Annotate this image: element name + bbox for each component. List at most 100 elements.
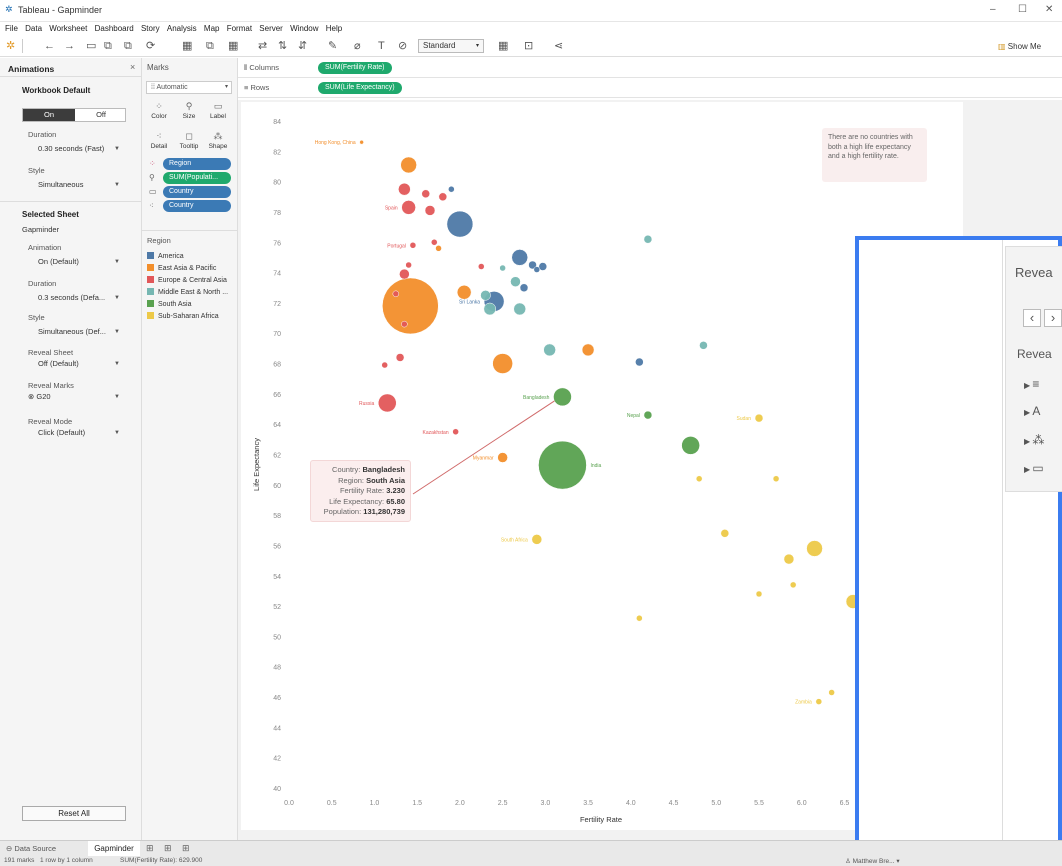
data-point[interactable] xyxy=(681,436,700,455)
menu-data[interactable]: Data xyxy=(25,22,42,36)
data-point[interactable] xyxy=(828,689,835,696)
tab-gapminder[interactable]: Gapminder xyxy=(88,841,140,856)
menu-server[interactable]: Server xyxy=(259,22,283,36)
data-point[interactable] xyxy=(519,283,529,292)
data-point[interactable] xyxy=(533,266,541,273)
legend-item[interactable]: Europe & Central Asia xyxy=(147,276,227,284)
data-point[interactable] xyxy=(405,261,412,269)
new-dashboard-icon[interactable]: ⊞ xyxy=(164,843,172,854)
rows-shelf[interactable]: ≡ Rows SUM(Life Expectancy) xyxy=(238,78,1062,98)
menu-worksheet[interactable]: Worksheet xyxy=(49,22,87,36)
previous-button[interactable]: ‹ xyxy=(1023,309,1041,327)
animations-toggle[interactable]: On Off xyxy=(22,108,126,122)
data-point[interactable] xyxy=(421,189,430,199)
show-me-button[interactable]: ▥ Show Me xyxy=(998,39,1041,54)
data-point[interactable] xyxy=(643,410,653,420)
presentation-icon[interactable]: ⊡ xyxy=(524,39,533,54)
data-point[interactable] xyxy=(783,553,795,565)
data-point[interactable] xyxy=(398,182,411,196)
legend-item[interactable]: America xyxy=(147,252,184,260)
data-point[interactable] xyxy=(480,290,491,301)
data-point[interactable] xyxy=(643,234,653,244)
menu-story[interactable]: Story xyxy=(141,22,160,36)
tooltip-button[interactable]: ◻ Tooltip xyxy=(176,130,202,154)
menu-help[interactable]: Help xyxy=(326,22,342,36)
minimize-button[interactable]: – xyxy=(990,4,996,15)
mark-type-dropdown[interactable]: ⁞⁞ Automatic ▾ xyxy=(146,81,232,94)
maximize-button[interactable]: ☐ xyxy=(1018,4,1027,15)
share-icon[interactable]: ⋖ xyxy=(554,39,563,54)
swap-icon[interactable]: ⇄ xyxy=(258,39,267,54)
region-pill[interactable]: Region xyxy=(163,158,231,170)
legend-item[interactable]: Sub-Saharan Africa xyxy=(147,312,219,320)
tableau-start-icon[interactable]: ✲ xyxy=(6,39,15,54)
data-point[interactable] xyxy=(478,263,485,270)
reveal-sheet-dropdown[interactable]: Off (Default) ▼ xyxy=(38,358,120,370)
data-point[interactable] xyxy=(395,353,405,362)
data-point[interactable] xyxy=(399,268,410,280)
detail-button[interactable]: ⁖ Detail xyxy=(146,130,172,154)
off-button[interactable]: Off xyxy=(75,109,127,121)
data-point[interactable] xyxy=(636,614,643,622)
highlight-icon[interactable]: ✎ xyxy=(328,39,337,54)
data-point[interactable] xyxy=(435,245,442,252)
reset-all-button[interactable]: Reset All xyxy=(22,806,126,821)
data-point[interactable] xyxy=(492,353,513,374)
data-point[interactable] xyxy=(401,320,408,328)
reveal-row[interactable]: ▶ ▭ xyxy=(1024,461,1044,475)
refresh-icon[interactable]: ⟳ xyxy=(146,39,155,54)
data-point[interactable] xyxy=(483,302,497,316)
data-point[interactable] xyxy=(400,156,417,174)
forward-arrow-icon[interactable]: → xyxy=(64,39,75,54)
population-pill[interactable]: SUM(Populati... xyxy=(163,172,231,184)
country-detail-pill[interactable]: Country xyxy=(163,200,231,212)
data-point[interactable] xyxy=(510,276,521,287)
data-point[interactable] xyxy=(497,452,508,463)
data-point[interactable] xyxy=(456,285,472,300)
new-story-icon[interactable]: ⊞ xyxy=(182,843,190,854)
data-point[interactable] xyxy=(448,185,455,193)
group-icon[interactable]: ⌀ xyxy=(354,39,361,54)
color-button[interactable]: ⁘ Color xyxy=(146,100,172,124)
data-point[interactable] xyxy=(538,440,587,490)
duplicate-sheet-icon[interactable]: ⧉ xyxy=(206,39,214,54)
sort-desc-icon[interactable]: ⇵ xyxy=(298,39,307,54)
data-point[interactable] xyxy=(755,590,763,598)
show-cards-icon[interactable]: ▦ xyxy=(498,39,508,54)
data-point[interactable] xyxy=(401,200,416,215)
data-point[interactable] xyxy=(499,264,506,272)
duration2-dropdown[interactable]: 0.3 seconds (Defa... ▼ xyxy=(38,292,120,304)
data-point[interactable] xyxy=(543,343,556,357)
data-point[interactable] xyxy=(815,698,823,705)
new-worksheet-icon[interactable]: ▦ xyxy=(182,39,192,54)
style-dropdown[interactable]: Simultaneous ▼ xyxy=(38,179,120,191)
data-point[interactable] xyxy=(409,242,417,249)
user-menu[interactable]: ♙ Matthew Bre... ▾ xyxy=(845,857,900,865)
data-point[interactable] xyxy=(695,475,703,483)
data-point[interactable] xyxy=(581,343,595,357)
style2-dropdown[interactable]: Simultaneous (Def... ▼ xyxy=(38,326,120,338)
reveal-marks-dropdown[interactable]: ⊗ G20 ▼ xyxy=(28,391,120,403)
data-point[interactable] xyxy=(382,277,439,335)
data-point[interactable] xyxy=(424,205,436,216)
fertility-rate-pill[interactable]: SUM(Fertility Rate) xyxy=(318,62,392,74)
menu-window[interactable]: Window xyxy=(290,22,318,36)
legend-item[interactable]: South Asia xyxy=(147,300,191,308)
menu-map[interactable]: Map xyxy=(204,22,220,36)
data-point[interactable] xyxy=(438,192,448,202)
data-point[interactable] xyxy=(806,540,823,557)
data-point[interactable] xyxy=(431,239,438,246)
life-expectancy-pill[interactable]: SUM(Life Expectancy) xyxy=(318,82,402,94)
new-worksheet-icon[interactable]: ⊞ xyxy=(146,843,154,854)
animation-dropdown[interactable]: On (Default) ▼ xyxy=(38,256,120,268)
data-point[interactable] xyxy=(699,341,708,350)
shape-button[interactable]: ⁂ Shape xyxy=(205,130,231,154)
data-point[interactable] xyxy=(754,413,764,423)
close-pane-icon[interactable]: × xyxy=(130,62,135,72)
save-icon[interactable]: ▭ xyxy=(86,39,96,54)
data-point[interactable] xyxy=(381,361,388,369)
reveal-row[interactable]: ▶ ⁂ xyxy=(1024,433,1044,447)
reveal-row[interactable]: ▶ ≡ xyxy=(1024,377,1039,391)
back-arrow-icon[interactable]: ← xyxy=(44,39,55,54)
new-datasource-icon[interactable]: ⧉ xyxy=(104,39,112,54)
